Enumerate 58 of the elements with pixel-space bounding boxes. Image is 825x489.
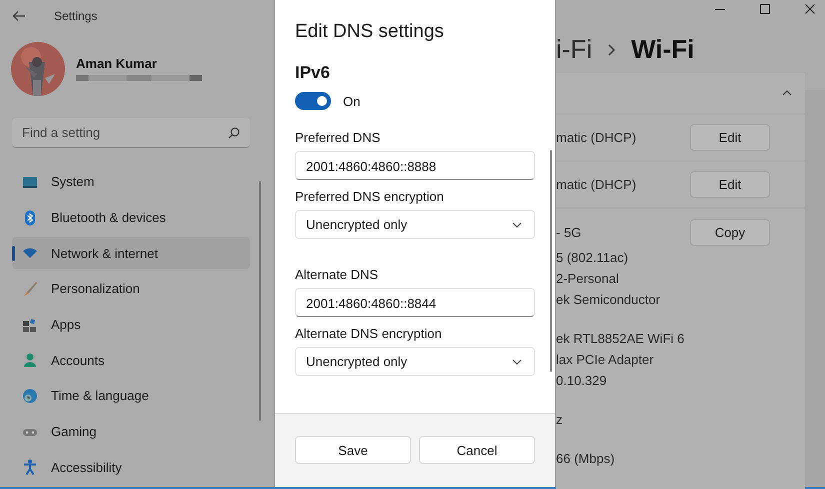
- nav-item[interactable]: Accounts: [12, 344, 250, 376]
- field-label: Alternate DNS: [295, 267, 380, 282]
- nav-item[interactable]: System: [12, 166, 250, 198]
- section-header[interactable]: [556, 73, 805, 113]
- toggle-switch[interactable]: [295, 92, 331, 110]
- property-value: z: [556, 411, 564, 429]
- scrollbar[interactable]: [259, 180, 261, 421]
- field-label: Preferred DNS encryption: [295, 189, 445, 204]
- cancel-button[interactable]: Cancel: [419, 436, 535, 464]
- nav-item[interactable]: Accessibility: [12, 451, 250, 484]
- nav-item[interactable]: Apps: [12, 308, 250, 341]
- person-icon: [22, 352, 38, 368]
- nav-item[interactable]: Gaming: [12, 416, 250, 448]
- nav-item[interactable]: Bluetooth & devices: [12, 202, 250, 234]
- account-name: Aman Kumar: [76, 56, 158, 72]
- chevron-down-icon: [512, 222, 522, 228]
- window-title: Settings: [54, 9, 98, 24]
- edit-button[interactable]: Edit: [690, 171, 770, 198]
- bluetooth-icon: [22, 210, 38, 226]
- section-heading: IPv6: [295, 63, 331, 83]
- property-value: 66 (Mbps): [556, 450, 616, 468]
- setting-value: matic (DHCP): [556, 177, 636, 192]
- field-label: Alternate DNS encryption: [295, 326, 443, 341]
- property-value: ek RTL8852AE WiFi 6: [556, 330, 686, 348]
- breadcrumb-item: Wi-Fi: [631, 34, 694, 65]
- nav-item[interactable]: Personalization: [12, 272, 250, 305]
- dropdown[interactable]: Unencrypted only: [295, 210, 535, 239]
- dialog-title: Edit DNS settings: [295, 21, 445, 43]
- search-field[interactable]: Find a setting: [12, 118, 250, 148]
- property-value: - 5G: [556, 224, 582, 242]
- property-value: ek Semiconductor: [556, 291, 662, 309]
- property-value: 2-Personal: [556, 270, 620, 288]
- breadcrumb-item[interactable]: i-Fi: [556, 34, 592, 65]
- input-field[interactable]: 2001:4860:4860::8844: [295, 288, 535, 317]
- chevron-down-icon: [512, 358, 522, 364]
- property-value: 5 (802.11ac): [556, 249, 630, 267]
- maximize-icon: [760, 4, 770, 14]
- input-field[interactable]: 2001:4860:4860::8888: [295, 151, 535, 180]
- nav-item[interactable]: Network & internet: [12, 237, 250, 270]
- property-value: lax PCIe Adapter: [556, 351, 655, 369]
- search-icon: [228, 126, 240, 139]
- chevron-right-icon: [608, 44, 616, 56]
- apps-icon: [22, 316, 38, 333]
- brush-icon: [22, 280, 38, 297]
- toggle-label: On: [343, 94, 360, 108]
- save-button[interactable]: Save: [295, 436, 411, 464]
- back-arrow-icon: [12, 10, 26, 22]
- scrollbar[interactable]: [550, 150, 552, 372]
- property-value: 0.10.329: [556, 372, 608, 390]
- accessibility-icon: [22, 459, 38, 476]
- edit-button[interactable]: Edit: [690, 124, 770, 151]
- setting-value: matic (DHCP): [556, 130, 636, 145]
- close-icon: [805, 4, 815, 14]
- nav-item[interactable]: Time & language: [12, 380, 250, 412]
- globe-clock-icon: [22, 388, 38, 404]
- dropdown[interactable]: Unencrypted only: [295, 347, 535, 376]
- field-label: Preferred DNS: [295, 130, 382, 145]
- copy-button[interactable]: Copy: [690, 218, 770, 246]
